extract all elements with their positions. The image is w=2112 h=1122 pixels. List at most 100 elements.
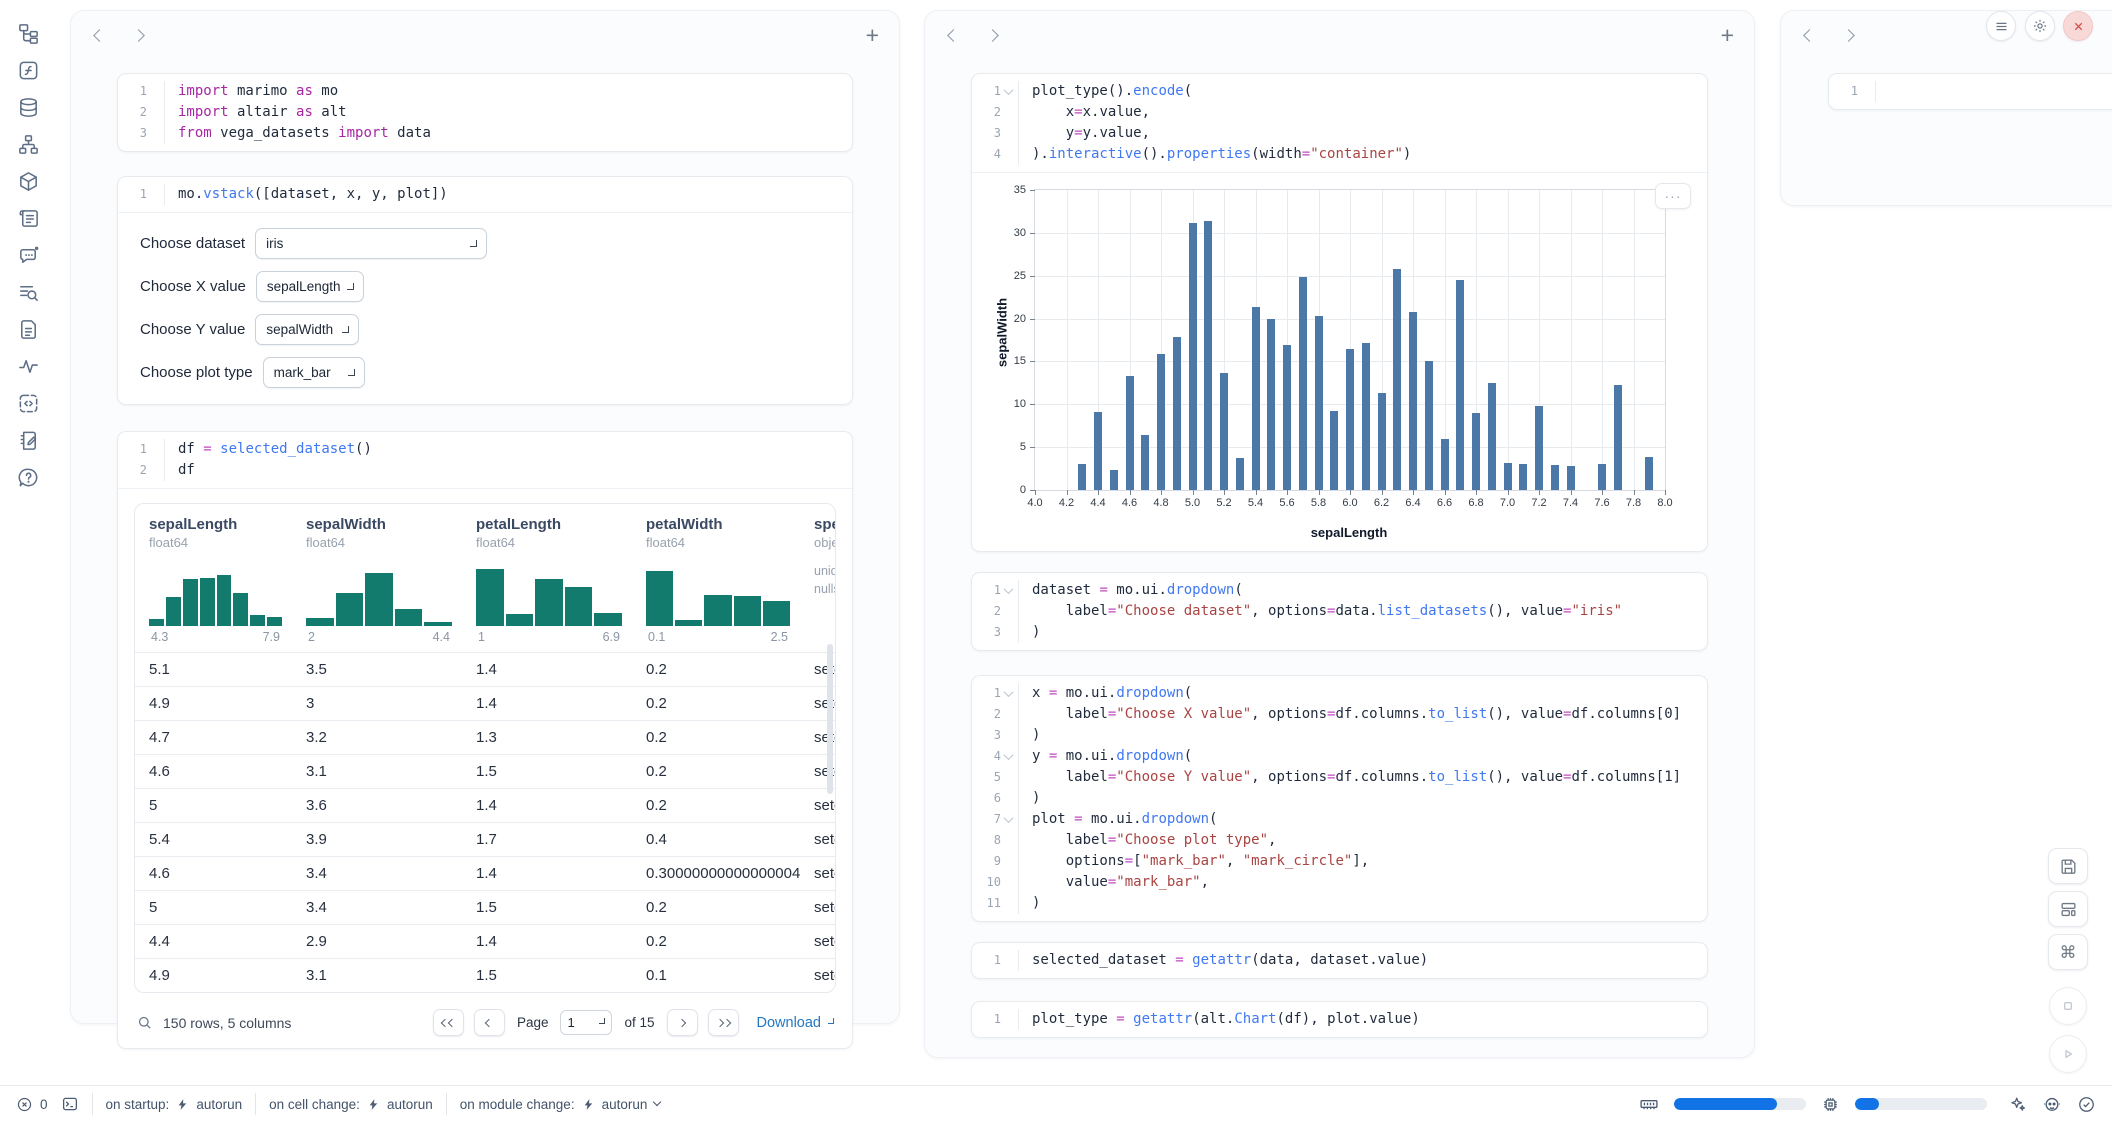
save-button[interactable] xyxy=(2048,848,2088,884)
table-cell: 3.1 xyxy=(292,967,462,984)
code-content[interactable]: selected_dataset = getattr(data, dataset… xyxy=(1019,950,1707,971)
logs-icon[interactable] xyxy=(17,207,40,230)
settings-button[interactable] xyxy=(2025,11,2055,41)
copilot-button[interactable] xyxy=(2042,1094,2062,1114)
chart-bar xyxy=(1488,383,1496,490)
fold-chevron-icon[interactable] xyxy=(1003,85,1013,95)
code-editor[interactable]: 12df = selected_dataset()df xyxy=(118,432,852,488)
column-header-petalLength[interactable]: petalLengthfloat6416.9 xyxy=(462,516,632,652)
column-header-sepalWidth[interactable]: sepalWidthfloat6424.4 xyxy=(292,516,462,652)
stop-button[interactable] xyxy=(2049,987,2087,1025)
code-editor[interactable]: 1selected_dataset = getattr(data, datase… xyxy=(972,943,1707,978)
altair-chart[interactable]: sepalWidth 4.04.24.44.64.85.05.25.45.65.… xyxy=(972,173,1707,551)
fold-chevron-icon[interactable] xyxy=(1003,687,1013,697)
code-editor[interactable]: 1plot_type = getattr(alt.Chart(df), plot… xyxy=(972,1002,1707,1037)
terminal-button[interactable] xyxy=(61,1095,79,1113)
chart-plot-area[interactable]: 4.04.24.44.64.85.05.25.45.65.86.06.26.46… xyxy=(1034,189,1666,491)
dropdown-select-choose-x-value[interactable]: sepalLength xyxy=(256,271,364,302)
run-button[interactable] xyxy=(2049,1035,2087,1073)
chevron-down-icon xyxy=(470,240,477,247)
fold-chevron-icon[interactable] xyxy=(1003,584,1013,594)
error-indicator[interactable]: 0 xyxy=(16,1096,48,1113)
help-icon[interactable] xyxy=(17,466,40,489)
code-content[interactable]: mo.vstack([dataset, x, y, plot]) xyxy=(165,184,852,205)
documentation-icon[interactable] xyxy=(17,318,40,341)
x-tick-label: 8.0 xyxy=(1657,497,1672,509)
page-select[interactable]: 1 xyxy=(560,1010,612,1035)
add-cell-button[interactable]: + xyxy=(866,24,879,47)
code-cell-plot: 1234plot_type().encode( x=x.value, y=y.v… xyxy=(971,73,1708,552)
code-content[interactable]: df = selected_dataset()df xyxy=(165,439,852,481)
last-page-button[interactable] xyxy=(708,1009,739,1036)
next-page-button[interactable] xyxy=(667,1009,698,1036)
code-content[interactable]: plot_type().encode( x=x.value, y=y.value… xyxy=(1019,81,1707,165)
dropdown-select-choose-dataset[interactable]: iris xyxy=(255,228,487,259)
datasources-icon[interactable] xyxy=(17,96,40,119)
search-icon[interactable] xyxy=(136,1014,153,1031)
x-tick-label: 6.6 xyxy=(1437,497,1452,509)
code-editor[interactable]: 123import marimo as moimport altair as a… xyxy=(118,74,852,151)
column-next-icon[interactable] xyxy=(986,29,999,42)
table-cell: 3.4 xyxy=(292,899,462,916)
fold-chevron-icon[interactable] xyxy=(1003,750,1013,760)
snippets-icon[interactable] xyxy=(17,392,40,415)
code-editor[interactable]: 1234567891011x = mo.ui.dropdown( label="… xyxy=(972,676,1707,921)
chart-bar xyxy=(1204,221,1212,490)
x-tick-label: 7.6 xyxy=(1594,497,1609,509)
ai-sparkles-button[interactable] xyxy=(2008,1095,2027,1114)
functions-icon[interactable] xyxy=(17,59,40,82)
run-mode-on-module-change[interactable]: on module change:autorun xyxy=(460,1097,661,1112)
notebook-menu-button[interactable] xyxy=(1986,11,2016,41)
ai-chat-icon[interactable] xyxy=(17,244,40,267)
table-scrollbar[interactable] xyxy=(827,644,833,794)
fold-chevron-icon[interactable] xyxy=(1003,813,1013,823)
dependency-graph-icon[interactable] xyxy=(17,133,40,156)
line-number: 2 xyxy=(972,102,1018,123)
column-nav xyxy=(949,31,997,40)
code-line: ) xyxy=(1032,893,1707,914)
table-search-icon[interactable] xyxy=(17,281,40,304)
download-button[interactable]: Download xyxy=(757,1015,835,1031)
dropdown-select-choose-y-value[interactable]: sepalWidth xyxy=(255,314,359,345)
run-mode-on-startup[interactable]: on startup:autorun xyxy=(106,1097,243,1112)
code-editor[interactable]: 1 Start coding or generate with xyxy=(1829,74,2112,109)
scratchpad-icon[interactable] xyxy=(17,429,40,452)
column-histogram xyxy=(646,562,790,626)
code-content[interactable]: import marimo as moimport altair as altf… xyxy=(165,81,852,144)
line-number: 11 xyxy=(972,893,1018,914)
code-line: ) xyxy=(1032,622,1707,643)
code-content[interactable]: x = mo.ui.dropdown( label="Choose X valu… xyxy=(1019,683,1707,914)
dropdown-select-choose-plot-type[interactable]: mark_bar xyxy=(263,357,365,388)
column-header-petalWidth[interactable]: petalWidthfloat640.12.5 xyxy=(632,516,800,652)
column-header-speci[interactable]: speciobjecuniqunulls: xyxy=(800,516,835,652)
code-line: options=["mark_bar", "mark_circle"], xyxy=(1032,851,1707,872)
column-prev-icon[interactable] xyxy=(93,29,106,42)
layout-button[interactable] xyxy=(2048,891,2088,927)
tracing-icon[interactable] xyxy=(17,355,40,378)
column-prev-icon[interactable] xyxy=(947,29,960,42)
first-page-button[interactable] xyxy=(433,1009,464,1036)
add-cell-button[interactable]: + xyxy=(1721,24,1734,47)
packages-icon[interactable] xyxy=(17,170,40,193)
prev-page-button[interactable] xyxy=(474,1009,505,1036)
column-prev-icon[interactable] xyxy=(1803,29,1816,42)
code-editor[interactable]: 123dataset = mo.ui.dropdown( label="Choo… xyxy=(972,573,1707,650)
line-number: 2 xyxy=(118,102,164,123)
connection-status-button[interactable] xyxy=(2077,1095,2096,1114)
column-next-icon[interactable] xyxy=(132,29,145,42)
column-next-icon[interactable] xyxy=(1842,29,1855,42)
code-content[interactable]: dataset = mo.ui.dropdown( label="Choose … xyxy=(1019,580,1707,643)
code-editor[interactable]: 1234plot_type().encode( x=x.value, y=y.v… xyxy=(972,74,1707,172)
run-mode-on-cell-change[interactable]: on cell change:autorun xyxy=(269,1097,433,1112)
file-tree-icon[interactable] xyxy=(17,22,40,45)
chart-menu-button[interactable]: ··· xyxy=(1655,183,1691,209)
table-row: 5.13.51.40.2setos xyxy=(135,652,835,686)
table-cell: 3.5 xyxy=(292,661,462,678)
column-header-sepalLength[interactable]: sepalLengthfloat644.37.9 xyxy=(135,516,292,652)
code-editor[interactable]: 1mo.vstack([dataset, x, y, plot]) xyxy=(118,177,852,212)
chart-bar xyxy=(1425,361,1433,490)
code-content[interactable]: plot_type = getattr(alt.Chart(df), plot.… xyxy=(1019,1009,1707,1030)
keyboard-shortcuts-button[interactable]: ⌘ xyxy=(2048,934,2088,970)
close-button[interactable] xyxy=(2063,11,2093,41)
column-histogram xyxy=(149,562,282,626)
